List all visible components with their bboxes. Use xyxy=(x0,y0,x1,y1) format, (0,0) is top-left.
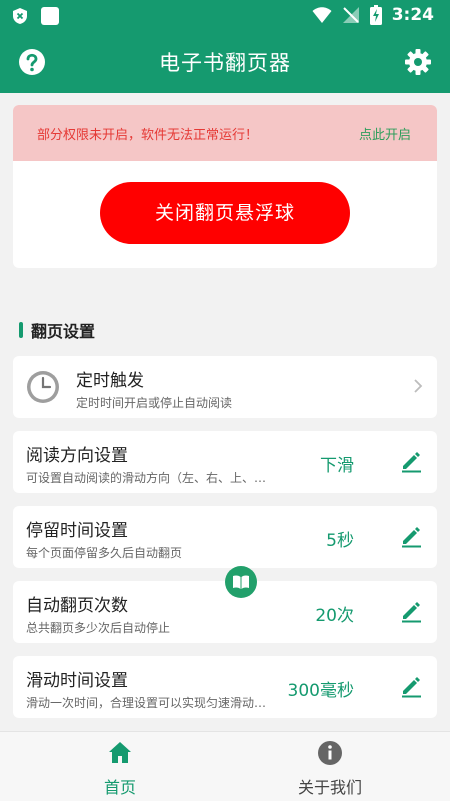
setting-stay-time-card[interactable]: 停留时间设置 每个页面停留多久后自动翻页 5秒 xyxy=(13,506,437,568)
setting-subtitle: 定时时间开启或停止自动阅读 xyxy=(76,396,233,410)
setting-value: 20次 xyxy=(315,606,354,626)
setting-title: 定时触发 xyxy=(76,371,144,391)
setting-timer-card[interactable]: 定时触发 定时时间开启或停止自动阅读 xyxy=(13,356,437,418)
section-accent-bar xyxy=(19,322,23,338)
battery-charging-icon xyxy=(369,5,382,25)
home-icon xyxy=(109,742,131,763)
setting-title: 停留时间设置 xyxy=(26,521,128,541)
setting-value: 下滑 xyxy=(320,456,354,476)
permission-banner: 部分权限未开启，软件无法正常运行！ 点此开启 xyxy=(13,105,437,161)
nav-home[interactable]: 首页 xyxy=(60,740,180,798)
nav-home-label: 首页 xyxy=(103,778,136,797)
app-bar: 电子书翻页器 xyxy=(0,31,450,93)
notification-square-icon xyxy=(41,7,59,25)
edit-pencil-icon[interactable] xyxy=(399,524,423,548)
setting-title: 滑动时间设置 xyxy=(26,671,128,691)
nav-about[interactable]: 关于我们 xyxy=(270,740,390,798)
app-title: 电子书翻页器 xyxy=(159,51,291,75)
edit-pencil-icon[interactable] xyxy=(399,449,423,473)
setting-subtitle: 总共翻页多少次后自动停止 xyxy=(26,621,171,635)
clock-icon xyxy=(27,371,59,403)
setting-subtitle: 可设置自动阅读的滑动方向（左、右、上、… xyxy=(26,471,267,485)
shield-x-icon xyxy=(13,8,27,24)
section-header: 翻页设置 xyxy=(19,320,96,341)
wifi-icon xyxy=(312,7,332,23)
section-title: 翻页设置 xyxy=(31,322,96,341)
gear-icon[interactable] xyxy=(404,48,432,76)
permission-card: 部分权限未开启，软件无法正常运行！ 点此开启 关闭翻页悬浮球 xyxy=(13,105,437,268)
close-float-ball-button[interactable]: 关闭翻页悬浮球 xyxy=(100,182,350,244)
permission-warning-text: 部分权限未开启，软件无法正常运行！ xyxy=(37,128,259,143)
edit-pencil-icon[interactable] xyxy=(399,674,423,698)
no-signal-icon xyxy=(342,7,359,23)
status-bar: 3:24 xyxy=(0,0,450,31)
setting-title: 自动翻页次数 xyxy=(26,596,128,616)
setting-subtitle: 每个页面停留多久后自动翻页 xyxy=(26,546,183,560)
chevron-right-icon xyxy=(414,379,423,393)
setting-title: 阅读方向设置 xyxy=(26,446,128,466)
floating-page-turn-ball[interactable] xyxy=(225,566,257,598)
enable-permission-link[interactable]: 点此开启 xyxy=(359,124,411,143)
setting-page-count-card[interactable]: 自动翻页次数 总共翻页多少次后自动停止 20次 xyxy=(13,581,437,643)
status-time: 3:24 xyxy=(391,5,434,25)
bottom-nav: 首页 关于我们 xyxy=(0,731,450,801)
setting-value: 5秒 xyxy=(326,531,354,551)
nav-about-label: 关于我们 xyxy=(297,778,362,797)
setting-direction-card[interactable]: 阅读方向设置 可设置自动阅读的滑动方向（左、右、上、… 下滑 xyxy=(13,431,437,493)
info-icon xyxy=(318,741,342,765)
edit-pencil-icon[interactable] xyxy=(399,599,423,623)
setting-value: 300毫秒 xyxy=(287,681,354,701)
setting-slide-time-card[interactable]: 滑动时间设置 滑动一次时间，合理设置可以实现匀速滑动… 300毫秒 xyxy=(13,656,437,718)
setting-subtitle: 滑动一次时间，合理设置可以实现匀速滑动… xyxy=(26,696,267,710)
open-book-icon xyxy=(233,575,249,589)
